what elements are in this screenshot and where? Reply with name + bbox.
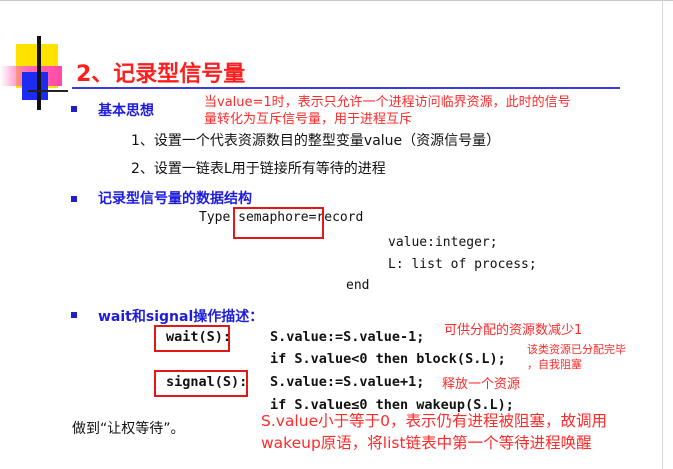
wait-code-line1: S.value:=S.value-1; <box>270 329 425 345</box>
annotation-value-one-line1: 当value=1时，表示只允许一个进程访问临界资源，此时的信号 <box>204 95 571 110</box>
heading-data-structure: 记录型信号量的数据结构 <box>98 191 252 207</box>
annotation-resource-decrease: 可供分配的资源数减少1 <box>444 323 583 338</box>
annotation-wakeup-line2: wakeup原语，将list链表中第一个等待进程唤醒 <box>261 434 592 452</box>
slide: 2、记录型信号量 基本思想 当value=1时，表示只允许一个进程访问临界资源，… <box>0 0 673 469</box>
bullet-square <box>71 312 77 318</box>
logo-horizontal-line <box>28 90 68 92</box>
logo-blue-block <box>22 72 48 100</box>
slide-title: 2、记录型信号量 <box>76 62 246 87</box>
annotation-wakeup-line1: S.value小于等于0，表示仍有进程被阻塞，故调用 <box>261 412 607 430</box>
top-border <box>0 0 673 1</box>
code-end: end <box>346 278 370 293</box>
highlight-box-wait <box>154 325 230 352</box>
idea-item-2: 2、设置一链表L用于链接所有等待的进程 <box>131 161 386 177</box>
annotation-release-resource: 释放一个资源 <box>442 377 521 392</box>
bullet-square <box>71 196 77 202</box>
highlight-box-semaphore <box>233 207 324 239</box>
code-list-field: L: list of process; <box>388 257 537 272</box>
highlight-box-signal <box>154 370 248 397</box>
wait-code-line2: if S.value<0 then block(S.L); <box>270 351 506 367</box>
heading-wait-signal: wait和signal操作描述： <box>98 309 264 325</box>
idea-item-1: 1、设置一个代表资源数目的整型变量value（资源信号量） <box>131 133 501 149</box>
annotation-self-block: ，自我阻塞 <box>527 358 582 371</box>
right-border <box>662 0 663 469</box>
bullet-square <box>71 106 77 112</box>
annotation-value-one-line2: 量转化为互斥信号量，用于进程互斥 <box>204 112 413 127</box>
heading-basic-idea: 基本思想 <box>98 103 154 119</box>
footer-yield-wait: 做到“让权等待”。 <box>72 421 185 437</box>
annotation-resource-exhausted: 该类资源已分配完毕 <box>527 343 626 356</box>
logo-vertical-line <box>37 36 41 110</box>
signal-code-line1: S.value:=S.value+1; <box>270 374 425 390</box>
code-value-field: value:integer; <box>388 235 498 250</box>
